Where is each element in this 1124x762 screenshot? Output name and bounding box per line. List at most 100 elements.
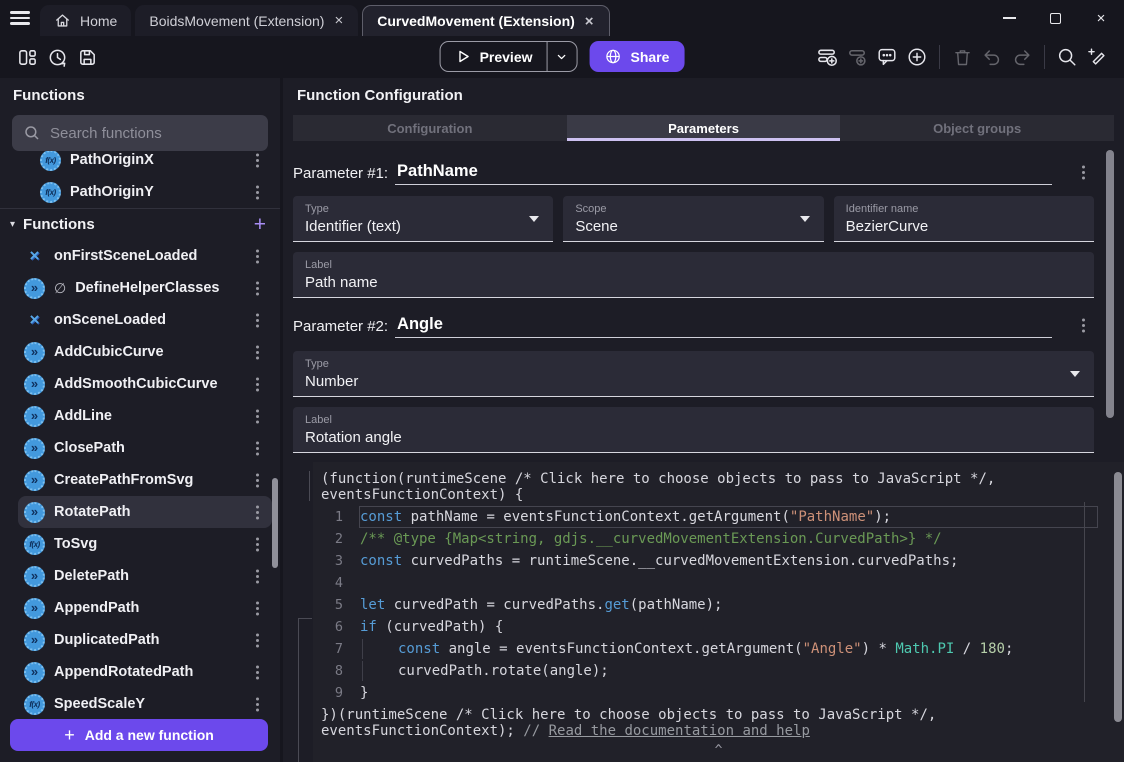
item-menu-button[interactable] <box>246 370 268 398</box>
tab-home[interactable]: Home <box>40 5 131 36</box>
parameter-2-label-field[interactable]: Label <box>293 407 1094 453</box>
item-menu-button[interactable] <box>246 338 268 366</box>
sidebar-item-pathoriginx[interactable]: f(x) PathOriginX <box>18 151 272 176</box>
sidebar-item-addsmoothcubiccurve[interactable]: » AddSmoothCubicCurve <box>18 368 272 400</box>
item-menu-button[interactable] <box>246 274 268 302</box>
sidebar-item-speedscaley[interactable]: f(x) SpeedScaleY <box>18 688 272 717</box>
item-menu-button[interactable] <box>246 594 268 622</box>
add-subevent-button[interactable] <box>842 42 872 72</box>
parameter-1-identifier-field[interactable]: Identifier name <box>834 196 1094 242</box>
code-wrapper-line[interactable]: eventsFunctionContext) { <box>313 487 1124 503</box>
code-line[interactable]: 2 /** @type {Map<string, gdjs.__curvedMo… <box>313 528 1124 550</box>
sidebar-item-addline[interactable]: » AddLine <box>18 400 272 432</box>
code-line[interactable]: 4 <box>313 572 1124 594</box>
item-menu-button[interactable] <box>246 242 268 270</box>
item-menu-button[interactable] <box>246 530 268 558</box>
preview-button[interactable]: Preview <box>441 48 547 65</box>
code-wrapper-line[interactable]: })(runtimeScene /* Click here to choose … <box>313 707 1124 723</box>
identifier-name-input[interactable] <box>846 218 1082 235</box>
close-tab-icon[interactable]: × <box>584 13 595 30</box>
search-functions-box[interactable] <box>12 115 268 151</box>
code-line[interactable]: 9 } <box>313 682 1124 704</box>
javascript-code-editor[interactable]: (function(runtimeScene /* Click here to … <box>313 462 1124 762</box>
search-events-button[interactable] <box>1052 42 1082 72</box>
parameter-2-type-select[interactable]: Type Number <box>293 351 1094 397</box>
maximize-button[interactable] <box>1032 0 1078 36</box>
item-menu-button[interactable] <box>246 498 268 526</box>
add-function-plus-button[interactable]: + <box>254 214 266 235</box>
sidebar-item-addcubiccurve[interactable]: » AddCubicCurve <box>18 336 272 368</box>
close-tab-icon[interactable]: × <box>333 12 344 29</box>
editor-expander[interactable]: ^ <box>313 743 1124 758</box>
functions-section-header[interactable]: ▾ Functions + <box>0 208 280 240</box>
item-menu-button[interactable] <box>246 658 268 686</box>
parameter-1-menu-button[interactable] <box>1072 158 1094 186</box>
code-line[interactable]: 5 let curvedPath = curvedPaths.get(pathN… <box>313 594 1124 616</box>
item-menu-button[interactable] <box>246 626 268 654</box>
sidebar-item-duplicatedpath[interactable]: » DuplicatedPath <box>18 624 272 656</box>
delete-button[interactable] <box>947 42 977 72</box>
parameter-2-label-input[interactable] <box>305 429 1082 446</box>
add-new-function-button[interactable]: + Add a new function <box>10 719 268 751</box>
code-wrapper-line[interactable]: eventsFunctionContext); // Read the docu… <box>313 723 1124 739</box>
item-menu-button[interactable] <box>246 402 268 430</box>
item-menu-button[interactable] <box>246 178 268 206</box>
edit-magic-button[interactable] <box>1082 42 1112 72</box>
item-menu-button[interactable] <box>246 434 268 462</box>
sidebar-item-definehelperclasses[interactable]: » ∅ DefineHelperClasses <box>18 272 272 304</box>
redo-button[interactable] <box>1007 42 1037 72</box>
code-line[interactable]: 3 const curvedPaths = runtimeScene.__cur… <box>313 550 1124 572</box>
tab-boidsmovement[interactable]: BoidsMovement (Extension) × <box>135 5 358 36</box>
action-gear-icon: » <box>24 566 45 587</box>
minimize-button[interactable] <box>986 0 1032 36</box>
item-menu-button[interactable] <box>246 690 268 717</box>
close-window-button[interactable]: × <box>1078 0 1124 36</box>
code-line[interactable]: 6 if (curvedPath) { <box>313 616 1124 638</box>
sidebar-item-appendrotatedpath[interactable]: » AppendRotatedPath <box>18 656 272 688</box>
sidebar-item-createpathfromsvg[interactable]: » CreatePathFromSvg <box>18 464 272 496</box>
parameter-1-type-select[interactable]: Type Identifier (text) <box>293 196 553 242</box>
documentation-link[interactable]: Read the documentation and help <box>549 723 810 739</box>
parameter-1-name-input[interactable] <box>395 162 1052 185</box>
sidebar-item-deletepath[interactable]: » DeletePath <box>18 560 272 592</box>
code-line[interactable]: 7 const angle = eventsFunctionContext.ge… <box>313 638 1124 660</box>
save-button[interactable] <box>72 42 102 72</box>
search-functions-input[interactable] <box>50 125 257 142</box>
preview-options-button[interactable] <box>547 42 577 71</box>
parameter-1-label-input[interactable] <box>305 274 1082 291</box>
parameter-1-scope-select[interactable]: Scope Scene <box>563 196 823 242</box>
code-scrollbar[interactable] <box>1114 472 1122 722</box>
tab-parameters[interactable]: Parameters <box>567 115 841 141</box>
sidebar-item-closepath[interactable]: » ClosePath <box>18 432 272 464</box>
sidebar-item-pathoriginy[interactable]: f(x) PathOriginY <box>18 176 272 208</box>
sidebar-scrollbar[interactable] <box>272 478 278 568</box>
add-event-button[interactable] <box>812 42 842 72</box>
tab-configuration[interactable]: Configuration <box>293 115 567 141</box>
parameter-2-menu-button[interactable] <box>1072 311 1094 339</box>
item-menu-button[interactable] <box>246 466 268 494</box>
search-icon <box>1056 46 1078 68</box>
sidebar-item-onfirstsceneloaded[interactable]: × onFirstSceneLoaded <box>18 240 272 272</box>
sidebar-item-rotatepath[interactable]: » RotatePath <box>18 496 272 528</box>
tab-object-groups[interactable]: Object groups <box>840 115 1114 141</box>
undo-button[interactable] <box>977 42 1007 72</box>
item-menu-button[interactable] <box>246 151 268 174</box>
parameter-1-label-field[interactable]: Label <box>293 252 1094 298</box>
parameter-2-name-input[interactable] <box>395 315 1052 338</box>
share-button[interactable]: Share <box>590 41 685 72</box>
sidebar-item-appendpath[interactable]: » AppendPath <box>18 592 272 624</box>
sidebar-item-onsceneloaded[interactable]: × onSceneLoaded <box>18 304 272 336</box>
item-menu-button[interactable] <box>246 306 268 334</box>
code-wrapper-line[interactable]: (function(runtimeScene /* Click here to … <box>313 462 1124 487</box>
tab-curvedmovement[interactable]: CurvedMovement (Extension) × <box>362 5 609 36</box>
choose-add-button[interactable] <box>902 42 932 72</box>
add-comment-button[interactable] <box>872 42 902 72</box>
item-menu-button[interactable] <box>246 562 268 590</box>
code-line[interactable]: 1 const pathName = eventsFunctionContext… <box>313 506 1124 528</box>
history-button[interactable] <box>42 42 72 72</box>
parameters-scrollbar[interactable] <box>1106 150 1114 418</box>
code-line[interactable]: 8 curvedPath.rotate(angle); <box>313 660 1124 682</box>
main-menu-button[interactable] <box>0 0 40 36</box>
panels-button[interactable] <box>12 42 42 72</box>
sidebar-item-tosvg[interactable]: f(x) ToSvg <box>18 528 272 560</box>
